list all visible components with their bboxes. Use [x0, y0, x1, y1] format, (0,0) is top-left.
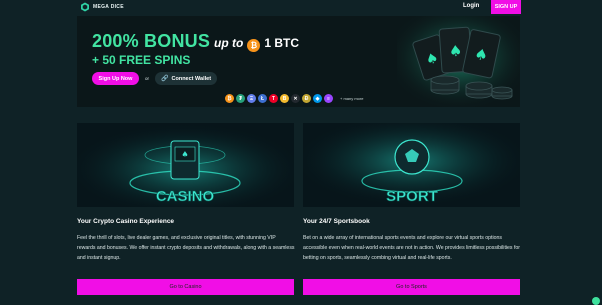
- svg-text:♠: ♠: [181, 150, 188, 159]
- more-coins-label: + many more: [340, 96, 364, 101]
- eth-coin-icon: Ξ: [247, 94, 256, 103]
- ton-coin-icon: ◆: [313, 94, 322, 103]
- sign-up-now-button[interactable]: Sign Up Now: [92, 72, 139, 85]
- sports-title: Your 24/7 Sportsbook: [303, 218, 370, 225]
- casino-art-text: CASINO: [156, 188, 215, 205]
- help-chat-icon[interactable]: [592, 297, 600, 305]
- sports-ball-art: SPORT: [303, 123, 520, 207]
- casino-description: Feel the thrill of slots, live dealer ga…: [77, 235, 295, 261]
- supported-coins-row: ₿ ₮ Ξ Ł T B ✕ Ð ◆ ≡ + many more: [225, 94, 363, 103]
- go-to-casino-button[interactable]: Go to Casino: [77, 279, 294, 295]
- usdt-coin-icon: ₮: [236, 94, 245, 103]
- sol-coin-icon: ≡: [324, 94, 333, 103]
- bonus-up-to: up to: [214, 36, 244, 50]
- doge-coin-icon: Ð: [302, 94, 311, 103]
- signup-button[interactable]: SIGN UP: [491, 0, 521, 14]
- logo-text: MEGA DICE: [93, 4, 124, 10]
- bnb-coin-icon: B: [280, 94, 289, 103]
- logo-cube-icon: [81, 2, 89, 12]
- casino-title: Your Crypto Casino Experience: [77, 218, 175, 225]
- sports-description: Bet on a wide array of international spo…: [303, 235, 521, 261]
- casino-slot-art: ♠ CASINO: [77, 123, 294, 207]
- connect-wallet-button[interactable]: 🔗 Connect Wallet: [155, 72, 218, 85]
- or-separator: or: [145, 76, 150, 81]
- svg-text:♠: ♠: [448, 42, 463, 61]
- wallet-link-icon: 🔗: [161, 76, 169, 82]
- bonus-btc-amount: 1 BTC: [264, 36, 300, 50]
- hero-actions: Sign Up Now or 🔗 Connect Wallet: [92, 72, 218, 85]
- bonus-headline: 200% BONUS up to ₿ 1 BTC: [92, 31, 299, 52]
- bonus-percent: 200% BONUS: [92, 31, 211, 51]
- btc-coin-icon: ₿: [225, 94, 234, 103]
- site-logo[interactable]: MEGA DICE: [80, 2, 124, 12]
- ltc-coin-icon: Ł: [258, 94, 267, 103]
- casino-card-image[interactable]: ♠ CASINO: [77, 123, 294, 207]
- trx-coin-icon: T: [269, 94, 278, 103]
- free-spins-text: + 50 FREE SPINS: [92, 53, 191, 67]
- sports-card-image[interactable]: SPORT: [303, 123, 520, 207]
- xrp-coin-icon: ✕: [291, 94, 300, 103]
- top-nav-bar: MEGA DICE Login SIGN UP: [0, 0, 602, 16]
- login-button[interactable]: Login: [463, 3, 479, 9]
- sports-art-text: SPORT: [386, 188, 438, 205]
- bitcoin-icon: ₿: [247, 39, 261, 52]
- playing-cards-chips-art: ♠ ♠ ♠: [397, 16, 520, 107]
- go-to-sports-button[interactable]: Go to Sports: [303, 279, 520, 295]
- connect-wallet-label: Connect Wallet: [171, 75, 212, 82]
